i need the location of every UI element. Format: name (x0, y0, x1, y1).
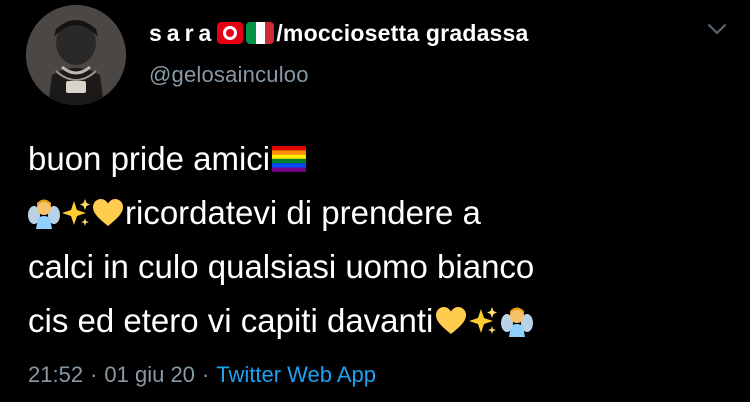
tweet-text: buon pride amici ricordatevi di prendere… (28, 132, 728, 348)
sparkles-icon (467, 305, 499, 337)
tweet-card: sara /mocciosetta gradassa @gelosainculo… (0, 0, 750, 402)
tweet-text-line: calci in culo qualsiasi uomo bianco (28, 240, 728, 294)
display-name-rest[interactable]: /mocciosetta gradassa (276, 20, 528, 47)
user-handle[interactable]: @gelosainculoo (149, 62, 710, 88)
tweet-text-line: buon pride amici (28, 132, 728, 186)
chevron-down-icon[interactable] (706, 22, 728, 36)
tweet-header: sara /mocciosetta gradassa @gelosainculo… (149, 14, 710, 94)
tweet-text-line: ricordatevi di prendere a (28, 186, 728, 240)
tweet-text-line: cis ed etero vi capiti davanti (28, 294, 728, 348)
tweet-text-line-2: ricordatevi di prendere a (125, 194, 481, 231)
tweet-source-link[interactable]: Twitter Web App (216, 362, 376, 388)
tweet-time[interactable]: 21:52 (28, 362, 83, 388)
sparkles-icon (60, 197, 92, 229)
fairy-icon (501, 305, 534, 337)
italy-flag-icon (246, 22, 275, 44)
fairy-icon (28, 197, 60, 229)
display-name-start[interactable]: sara (149, 20, 216, 47)
yellow-heart-icon (92, 197, 124, 229)
tweet-date[interactable]: 01 giu 20 (104, 362, 195, 388)
yellow-heart-icon (435, 305, 467, 337)
tunisia-flag-icon (217, 22, 244, 44)
display-name[interactable]: sara /mocciosetta gradassa (149, 14, 710, 52)
tweet-text-line-3: calci in culo qualsiasi uomo bianco (28, 248, 535, 285)
meta-separator: · (90, 362, 98, 387)
meta-separator: · (201, 362, 210, 387)
rainbow-flag-icon (272, 144, 307, 174)
tweet-text-line-1: buon pride amici (28, 140, 271, 177)
avatar[interactable] (26, 5, 126, 105)
tweet-meta: 21:52 · 01 giu 20 · Twitter Web App (28, 362, 376, 388)
tweet-text-line-4: cis ed etero vi capiti davanti (28, 302, 434, 339)
